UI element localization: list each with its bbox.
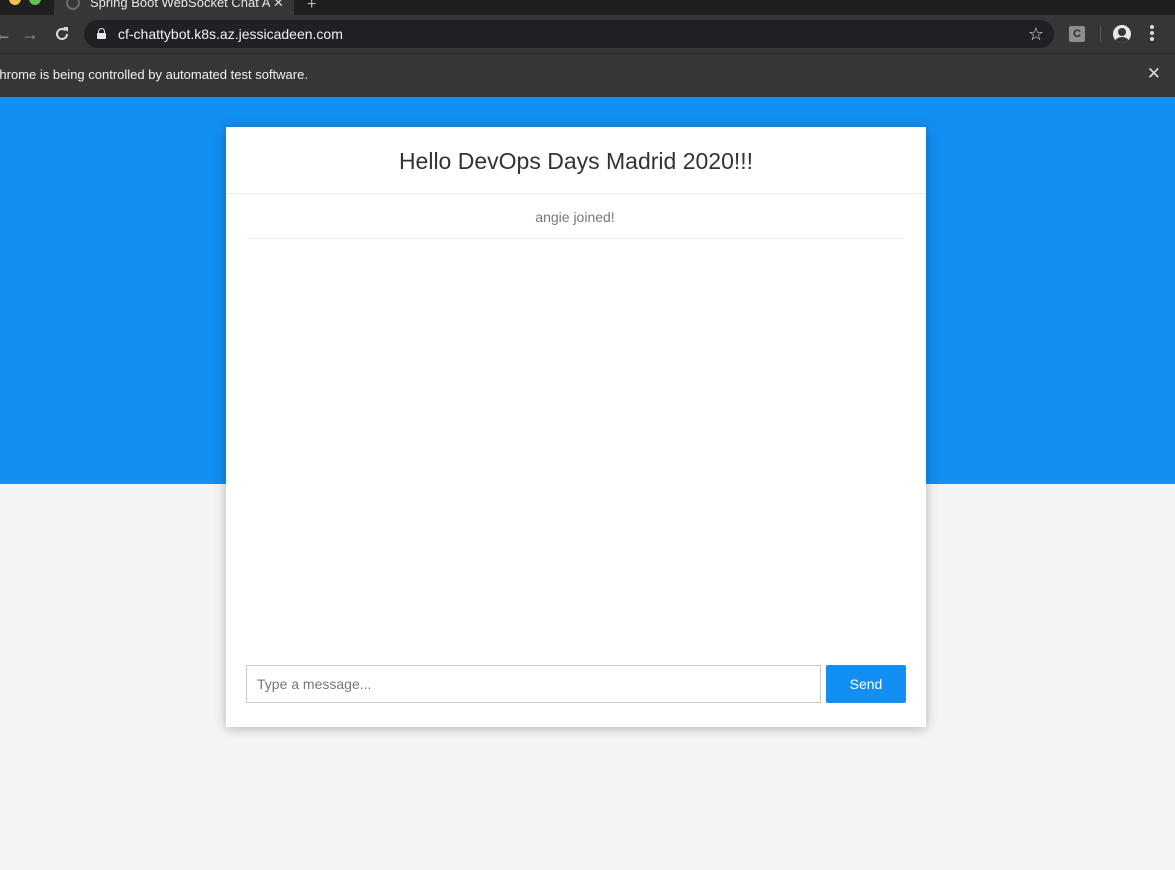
infobar-text: Chrome is being controlled by automated … — [0, 67, 308, 82]
chat-page: Hello DevOps Days Madrid 2020!!! angie j… — [226, 127, 926, 727]
browser-toolbar: ← → cf-chattybot.k8s.az.jessicadeen.com … — [0, 15, 1175, 53]
toolbar-divider — [1100, 26, 1101, 42]
address-url[interactable]: cf-chattybot.k8s.az.jessicadeen.com — [118, 25, 343, 43]
send-button[interactable]: Send — [826, 665, 906, 703]
message-area[interactable]: angie joined! — [246, 194, 904, 644]
tab-favicon-icon — [66, 0, 80, 10]
address-bar[interactable]: cf-chattybot.k8s.az.jessicadeen.com ☆ — [84, 20, 1054, 48]
window-minimize-button[interactable] — [9, 0, 21, 5]
extension-icon[interactable]: C — [1069, 26, 1085, 42]
chat-header: Hello DevOps Days Madrid 2020!!! — [226, 127, 926, 194]
arrow-left-icon[interactable]: ← — [0, 23, 14, 45]
message-input[interactable] — [246, 665, 821, 703]
arrow-right-icon[interactable]: → — [19, 23, 41, 45]
chat-title: Hello DevOps Days Madrid 2020!!! — [398, 148, 754, 174]
tab-title: Spring Boot WebSocket Chat Ap — [90, 0, 270, 10]
lock-icon[interactable] — [97, 28, 106, 39]
reload-icon[interactable] — [51, 23, 73, 45]
star-icon[interactable]: ☆ — [1028, 23, 1044, 45]
event-message: angie joined! — [246, 194, 904, 239]
menu-dots-icon[interactable] — [1147, 25, 1157, 43]
message-form: Send — [246, 665, 906, 703]
tab-close-icon[interactable]: ✕ — [273, 0, 284, 11]
automation-infobar: Chrome is being controlled by automated … — [0, 53, 1175, 97]
profile-icon[interactable] — [1113, 25, 1131, 43]
close-icon[interactable]: ✕ — [1147, 64, 1161, 84]
browser-tab-strip: Spring Boot WebSocket Chat Ap ✕ + — [0, 0, 1175, 15]
new-tab-button[interactable]: + — [307, 0, 316, 14]
browser-tab[interactable]: Spring Boot WebSocket Chat Ap ✕ — [54, 0, 294, 15]
window-zoom-button[interactable] — [29, 0, 41, 5]
